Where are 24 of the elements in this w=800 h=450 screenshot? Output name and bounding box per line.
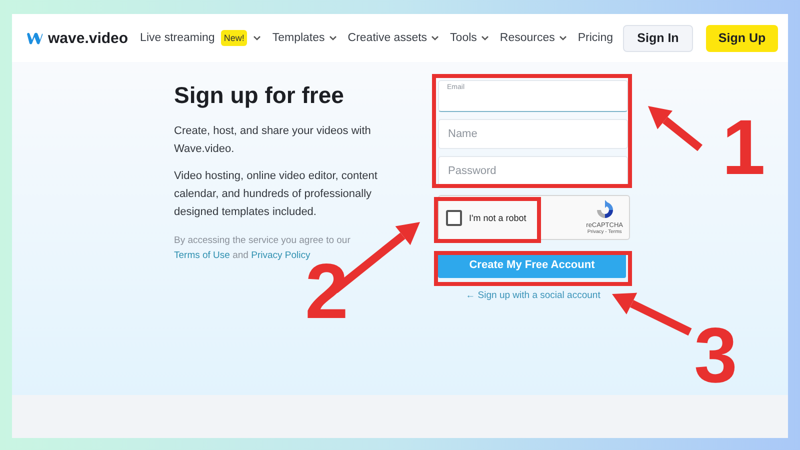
password-field[interactable]: Password [438, 156, 628, 186]
nav-link[interactable]: Tools [450, 32, 489, 44]
step-number: 1 [722, 108, 766, 186]
sign-in-button[interactable]: Sign In [623, 24, 693, 52]
nav-link[interactable]: Templates [272, 32, 337, 44]
sign-up-button[interactable]: Sign Up [706, 24, 778, 52]
legal-text: By accessing the service you agree to our Terms of Use and Privacy Policy [174, 234, 352, 263]
captcha-checkbox[interactable] [446, 210, 462, 226]
captcha-label: I'm not a robot [469, 212, 528, 222]
circular-arrows-icon [594, 200, 615, 220]
description-text: Create, host, and share your videos with Wave.video. [174, 124, 372, 157]
description-text: Video hosting, online video editor, content calendar, and hundreds of professionally designed templates included. [174, 169, 378, 220]
logo-text[interactable]: wave.video [48, 30, 128, 46]
pointer-arrow [648, 106, 702, 152]
wave-logo-icon[interactable] [26, 32, 43, 44]
name-field[interactable]: Name [438, 119, 628, 149]
page-heading: Sign up for free [174, 82, 345, 109]
new-badge: New! [220, 30, 248, 46]
email-field[interactable] [438, 80, 628, 112]
nav-link[interactable]: Live streaming New! [140, 30, 262, 46]
step-number: 3 [694, 316, 738, 394]
nav-link[interactable]: Resources [500, 32, 567, 44]
nav-link[interactable]: Creative assets [348, 32, 440, 44]
nav-link[interactable]: Pricing [578, 32, 614, 44]
